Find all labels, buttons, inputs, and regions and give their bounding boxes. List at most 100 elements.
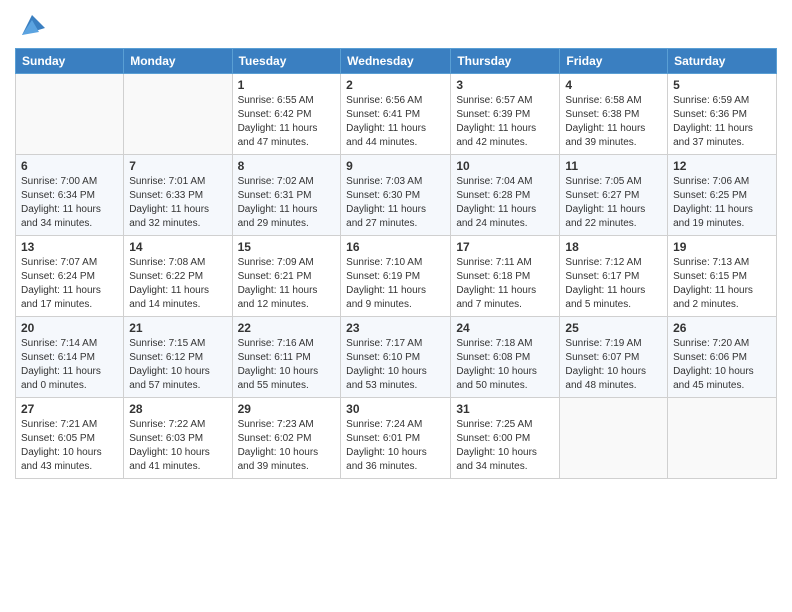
calendar-cell: 27 Sunrise: 7:21 AM Sunset: 6:05 PM Dayli… xyxy=(16,398,124,479)
calendar-cell xyxy=(560,398,668,479)
calendar-cell: 19 Sunrise: 7:13 AM Sunset: 6:15 PM Dayli… xyxy=(668,236,777,317)
calendar-cell: 18Sunrise: 7:12 AM Sunset: 6:17 PM Dayli… xyxy=(560,236,668,317)
calendar-cell: 15 Sunrise: 7:09 AM Sunset: 6:21 PM Dayli… xyxy=(232,236,341,317)
calendar-cell: 29 Sunrise: 7:23 AM Sunset: 6:02 PM Dayli… xyxy=(232,398,341,479)
day-info: Sunrise: 7:10 AM Sunset: 6:19 PM Dayligh… xyxy=(346,256,445,312)
day-number: 21 xyxy=(129,321,226,335)
day-number: 27 xyxy=(21,402,118,416)
calendar-cell: 6 Sunrise: 7:00 AM Sunset: 6:34 PM Daylig… xyxy=(16,155,124,236)
day-info: Sunrise: 7:04 AM Sunset: 6:28 PM Dayligh… xyxy=(456,175,554,231)
day-info: Sunrise: 7:23 AM Sunset: 6:02 PM Dayligh… xyxy=(238,418,336,474)
day-number: 18 xyxy=(565,240,662,254)
day-number: 29 xyxy=(238,402,336,416)
weekday-header-saturday: Saturday xyxy=(668,49,777,74)
day-number: 25 xyxy=(565,321,662,335)
calendar-cell: 11 Sunrise: 7:05 AM Sunset: 6:27 PM Dayli… xyxy=(560,155,668,236)
day-info: Sunrise: 6:55 AM Sunset: 6:42 PM Dayligh… xyxy=(238,94,336,150)
header xyxy=(15,10,777,40)
weekday-header-sunday: Sunday xyxy=(16,49,124,74)
day-info: Sunrise: 7:02 AM Sunset: 6:31 PM Dayligh… xyxy=(238,175,336,231)
day-number: 28 xyxy=(129,402,226,416)
weekday-header-monday: Monday xyxy=(124,49,232,74)
calendar-cell: 26Sunrise: 7:20 AM Sunset: 6:06 PM Dayli… xyxy=(668,317,777,398)
day-info: Sunrise: 7:06 AM Sunset: 6:25 PM Dayligh… xyxy=(673,175,771,231)
day-number: 9 xyxy=(346,159,445,173)
day-number: 22 xyxy=(238,321,336,335)
calendar-cell: 9Sunrise: 7:03 AM Sunset: 6:30 PM Daylig… xyxy=(341,155,451,236)
day-info: Sunrise: 7:16 AM Sunset: 6:11 PM Dayligh… xyxy=(238,337,336,393)
day-info: Sunrise: 7:13 AM Sunset: 6:15 PM Dayligh… xyxy=(673,256,771,312)
calendar-cell: 8 Sunrise: 7:02 AM Sunset: 6:31 PM Daylig… xyxy=(232,155,341,236)
calendar-cell: 14Sunrise: 7:08 AM Sunset: 6:22 PM Dayli… xyxy=(124,236,232,317)
calendar-cell: 22 Sunrise: 7:16 AM Sunset: 6:11 PM Dayli… xyxy=(232,317,341,398)
calendar-cell: 1 Sunrise: 6:55 AM Sunset: 6:42 PM Daylig… xyxy=(232,74,341,155)
day-info: Sunrise: 7:07 AM Sunset: 6:24 PM Dayligh… xyxy=(21,256,118,312)
day-info: Sunrise: 7:05 AM Sunset: 6:27 PM Dayligh… xyxy=(565,175,662,231)
day-number: 16 xyxy=(346,240,445,254)
day-info: Sunrise: 7:14 AM Sunset: 6:14 PM Dayligh… xyxy=(21,337,118,393)
weekday-header-thursday: Thursday xyxy=(451,49,560,74)
calendar-cell: 4 Sunrise: 6:58 AM Sunset: 6:38 PM Daylig… xyxy=(560,74,668,155)
calendar-cell xyxy=(124,74,232,155)
calendar-cell: 28 Sunrise: 7:22 AM Sunset: 6:03 PM Dayli… xyxy=(124,398,232,479)
weekday-header-wednesday: Wednesday xyxy=(341,49,451,74)
day-number: 20 xyxy=(21,321,118,335)
day-number: 15 xyxy=(238,240,336,254)
week-row-3: 13 Sunrise: 7:07 AM Sunset: 6:24 PM Dayli… xyxy=(16,236,777,317)
week-row-1: 1 Sunrise: 6:55 AM Sunset: 6:42 PM Daylig… xyxy=(16,74,777,155)
calendar-cell: 24Sunrise: 7:18 AM Sunset: 6:08 PM Dayli… xyxy=(451,317,560,398)
day-info: Sunrise: 7:09 AM Sunset: 6:21 PM Dayligh… xyxy=(238,256,336,312)
day-info: Sunrise: 6:58 AM Sunset: 6:38 PM Dayligh… xyxy=(565,94,662,150)
page: SundayMondayTuesdayWednesdayThursdayFrid… xyxy=(0,0,792,494)
logo-icon xyxy=(17,10,47,40)
day-info: Sunrise: 7:01 AM Sunset: 6:33 PM Dayligh… xyxy=(129,175,226,231)
calendar-cell: 31Sunrise: 7:25 AM Sunset: 6:00 PM Dayli… xyxy=(451,398,560,479)
day-number: 30 xyxy=(346,402,445,416)
day-number: 12 xyxy=(673,159,771,173)
day-info: Sunrise: 7:00 AM Sunset: 6:34 PM Dayligh… xyxy=(21,175,118,231)
day-number: 17 xyxy=(456,240,554,254)
day-info: Sunrise: 7:21 AM Sunset: 6:05 PM Dayligh… xyxy=(21,418,118,474)
calendar-cell: 12 Sunrise: 7:06 AM Sunset: 6:25 PM Dayli… xyxy=(668,155,777,236)
calendar-cell: 3 Sunrise: 6:57 AM Sunset: 6:39 PM Daylig… xyxy=(451,74,560,155)
calendar-cell: 30 Sunrise: 7:24 AM Sunset: 6:01 PM Dayli… xyxy=(341,398,451,479)
day-number: 13 xyxy=(21,240,118,254)
week-row-2: 6 Sunrise: 7:00 AM Sunset: 6:34 PM Daylig… xyxy=(16,155,777,236)
day-info: Sunrise: 6:59 AM Sunset: 6:36 PM Dayligh… xyxy=(673,94,771,150)
day-number: 7 xyxy=(129,159,226,173)
day-number: 11 xyxy=(565,159,662,173)
calendar: SundayMondayTuesdayWednesdayThursdayFrid… xyxy=(15,48,777,479)
day-info: Sunrise: 7:08 AM Sunset: 6:22 PM Dayligh… xyxy=(129,256,226,312)
day-number: 10 xyxy=(456,159,554,173)
day-number: 24 xyxy=(456,321,554,335)
calendar-cell: 23 Sunrise: 7:17 AM Sunset: 6:10 PM Dayli… xyxy=(341,317,451,398)
week-row-4: 20 Sunrise: 7:14 AM Sunset: 6:14 PM Dayli… xyxy=(16,317,777,398)
day-number: 23 xyxy=(346,321,445,335)
day-info: Sunrise: 7:24 AM Sunset: 6:01 PM Dayligh… xyxy=(346,418,445,474)
calendar-cell: 10 Sunrise: 7:04 AM Sunset: 6:28 PM Dayli… xyxy=(451,155,560,236)
calendar-cell: 17 Sunrise: 7:11 AM Sunset: 6:18 PM Dayli… xyxy=(451,236,560,317)
day-number: 1 xyxy=(238,78,336,92)
day-number: 4 xyxy=(565,78,662,92)
day-info: Sunrise: 7:11 AM Sunset: 6:18 PM Dayligh… xyxy=(456,256,554,312)
calendar-cell: 5 Sunrise: 6:59 AM Sunset: 6:36 PM Daylig… xyxy=(668,74,777,155)
day-number: 19 xyxy=(673,240,771,254)
day-number: 6 xyxy=(21,159,118,173)
day-info: Sunrise: 7:25 AM Sunset: 6:00 PM Dayligh… xyxy=(456,418,554,474)
calendar-cell: 16 Sunrise: 7:10 AM Sunset: 6:19 PM Dayli… xyxy=(341,236,451,317)
calendar-cell: 25 Sunrise: 7:19 AM Sunset: 6:07 PM Dayli… xyxy=(560,317,668,398)
day-info: Sunrise: 6:57 AM Sunset: 6:39 PM Dayligh… xyxy=(456,94,554,150)
week-row-5: 27 Sunrise: 7:21 AM Sunset: 6:05 PM Dayli… xyxy=(16,398,777,479)
day-info: Sunrise: 7:19 AM Sunset: 6:07 PM Dayligh… xyxy=(565,337,662,393)
day-number: 2 xyxy=(346,78,445,92)
day-number: 3 xyxy=(456,78,554,92)
weekday-header-row: SundayMondayTuesdayWednesdayThursdayFrid… xyxy=(16,49,777,74)
weekday-header-friday: Friday xyxy=(560,49,668,74)
day-info: Sunrise: 7:17 AM Sunset: 6:10 PM Dayligh… xyxy=(346,337,445,393)
day-number: 8 xyxy=(238,159,336,173)
day-number: 5 xyxy=(673,78,771,92)
calendar-cell xyxy=(16,74,124,155)
day-info: Sunrise: 7:22 AM Sunset: 6:03 PM Dayligh… xyxy=(129,418,226,474)
day-number: 26 xyxy=(673,321,771,335)
logo xyxy=(15,10,47,40)
